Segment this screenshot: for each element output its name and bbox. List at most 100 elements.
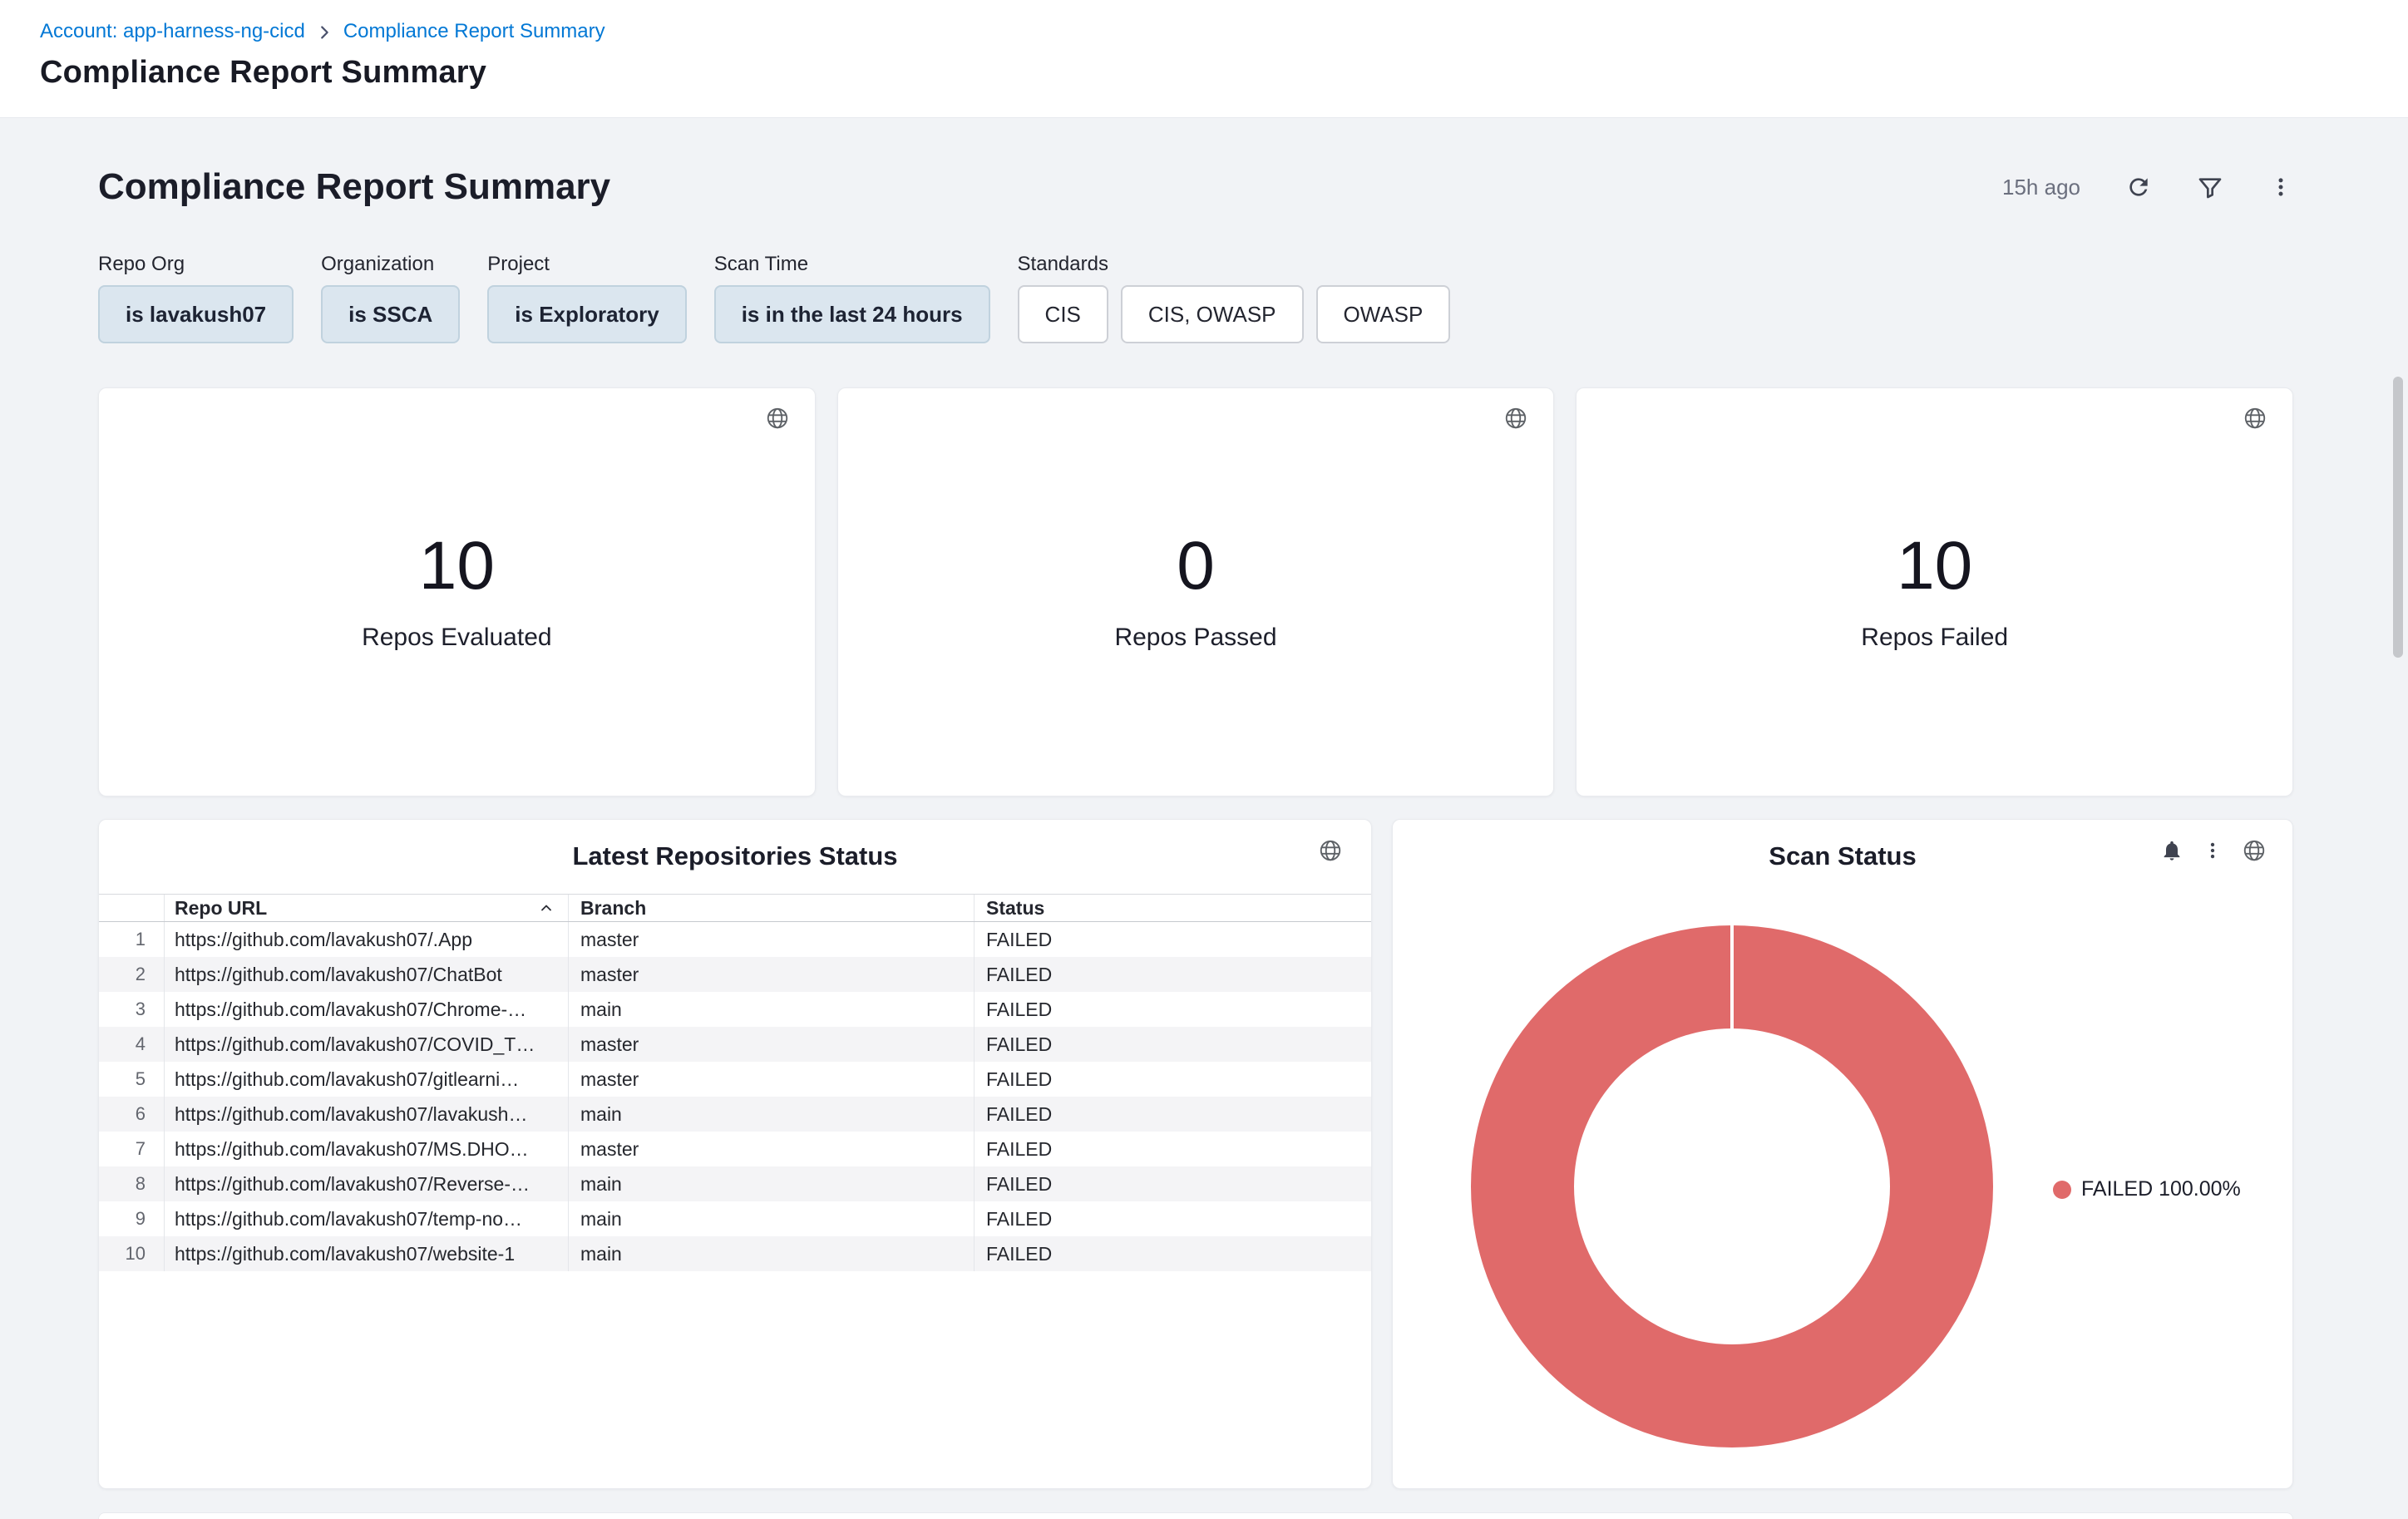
top-header: Account: app-harness-ng-cicd Compliance … — [0, 0, 2408, 118]
refresh-button[interactable] — [2125, 174, 2152, 200]
dashboard-header: Compliance Report Summary 15h ago — [98, 163, 2293, 211]
filter-group-project: Project is Exploratory — [487, 253, 686, 343]
repo-table: Repo URL Branch Status 1 https://github.… — [99, 894, 1371, 1271]
explore-globe-button[interactable] — [1318, 838, 1343, 863]
cell-repo-url: https://github.com/lavakush07/lavakush… — [164, 1097, 568, 1132]
column-header-label: Repo URL — [175, 897, 267, 920]
cell-status: FAILED — [974, 1201, 1371, 1236]
filter-icon — [2197, 174, 2223, 200]
table-row: 3 https://github.com/lavakush07/Chrome-…… — [99, 992, 1371, 1027]
row-index: 9 — [99, 1201, 164, 1236]
cell-branch: main — [568, 1166, 974, 1201]
dashboard-title: Compliance Report Summary — [98, 166, 610, 208]
table-row: 7 https://github.com/lavakush07/MS.DHO… … — [99, 1132, 1371, 1166]
row-index-header — [99, 895, 164, 921]
filter-chip-project[interactable]: is Exploratory — [487, 285, 686, 343]
cell-branch: main — [568, 992, 974, 1027]
repo-status-card: Latest Repositories Status Repo URL Bran… — [98, 819, 1372, 1489]
cell-status: FAILED — [974, 1166, 1371, 1201]
row-index: 1 — [99, 922, 164, 957]
filter-chip-organization[interactable]: is SSCA — [321, 285, 460, 343]
more-menu-button[interactable] — [2268, 175, 2293, 200]
row-index: 4 — [99, 1027, 164, 1062]
sort-asc-icon — [538, 900, 555, 916]
legend-swatch-failed — [2053, 1181, 2071, 1199]
scan-card-toolbar — [2160, 838, 2267, 863]
filter-group-scan-time: Scan Time is in the last 24 hours — [714, 253, 990, 343]
table-row: 6 https://github.com/lavakush07/lavakush… — [99, 1097, 1371, 1132]
cell-status: FAILED — [974, 957, 1371, 992]
cell-branch: master — [568, 957, 974, 992]
cell-branch: master — [568, 1027, 974, 1062]
globe-icon — [2243, 406, 2267, 431]
column-header-label: Branch — [580, 897, 646, 920]
kpi-card-repos-passed: 0 Repos Passed — [837, 387, 1555, 796]
explore-globe-button[interactable] — [2243, 406, 2267, 431]
kebab-menu-icon — [2202, 840, 2223, 861]
filter-chip-scan-time[interactable]: is in the last 24 hours — [714, 285, 990, 343]
cell-repo-url: https://github.com/lavakush07/COVID_T… — [164, 1027, 568, 1062]
filter-chip-standard-owasp[interactable]: OWASP — [1316, 285, 1451, 343]
page-title: Compliance Report Summary — [40, 55, 2408, 91]
cell-status: FAILED — [974, 992, 1371, 1027]
cell-branch: main — [568, 1201, 974, 1236]
bottom-row: Latest Repositories Status Repo URL Bran… — [98, 819, 2293, 1489]
refresh-icon — [2125, 174, 2152, 200]
table-header-row: Repo URL Branch Status — [99, 894, 1371, 922]
explore-globe-button[interactable] — [1503, 406, 1528, 431]
row-index: 6 — [99, 1097, 164, 1132]
filter-chip-standard-cis-owasp[interactable]: CIS, OWASP — [1121, 285, 1304, 343]
filter-group-organization: Organization is SSCA — [321, 253, 460, 343]
cell-repo-url: https://github.com/lavakush07/Reverse-… — [164, 1166, 568, 1201]
cell-status: FAILED — [974, 922, 1371, 957]
kpi-value: 0 — [1177, 532, 1215, 600]
alerts-bell-button[interactable] — [2160, 839, 2183, 862]
cell-repo-url: https://github.com/lavakush07/ChatBot — [164, 957, 568, 992]
explore-globe-button[interactable] — [765, 406, 790, 431]
table-row: 10 https://github.com/lavakush07/website… — [99, 1236, 1371, 1271]
explore-globe-button[interactable] — [2242, 838, 2267, 863]
standards-chip-row: CIS CIS, OWASP OWASP — [1018, 285, 1451, 343]
globe-icon — [1318, 838, 1343, 863]
row-index: 8 — [99, 1166, 164, 1201]
kebab-menu-icon — [2268, 175, 2293, 200]
kpi-label: Repos Evaluated — [362, 624, 552, 652]
breadcrumb-page-link[interactable]: Compliance Report Summary — [343, 20, 605, 43]
donut-slice-gap — [1730, 925, 1734, 1029]
breadcrumb-account-link[interactable]: Account: app-harness-ng-cicd — [40, 20, 305, 43]
legend-item-failed[interactable]: FAILED 100.00% — [2053, 1177, 2241, 1201]
vertical-scrollbar-thumb[interactable] — [2393, 377, 2403, 658]
filter-label-organization: Organization — [321, 253, 460, 276]
table-row: 8 https://github.com/lavakush07/Reverse-… — [99, 1166, 1371, 1201]
filter-chip-standard-cis[interactable]: CIS — [1018, 285, 1108, 343]
kpi-card-repos-evaluated: 10 Repos Evaluated — [98, 387, 816, 796]
column-header-status[interactable]: Status — [974, 895, 1371, 921]
row-index: 5 — [99, 1062, 164, 1097]
cell-repo-url: https://github.com/lavakush07/gitlearni… — [164, 1062, 568, 1097]
scan-status-title: Scan Status — [1393, 841, 2292, 871]
filter-label-scan-time: Scan Time — [714, 253, 990, 276]
cell-branch: master — [568, 1132, 974, 1166]
table-row: 9 https://github.com/lavakush07/temp-no…… — [99, 1201, 1371, 1236]
cell-repo-url: https://github.com/lavakush07/.App — [164, 922, 568, 957]
cell-status: FAILED — [974, 1027, 1371, 1062]
column-header-repo-url[interactable]: Repo URL — [164, 895, 568, 921]
bell-icon — [2160, 839, 2183, 862]
kpi-card-repos-failed: 10 Repos Failed — [1576, 387, 2293, 796]
globe-icon — [765, 406, 790, 431]
filter-bar: Repo Org is lavakush07 Organization is S… — [98, 253, 2210, 343]
cell-status: FAILED — [974, 1062, 1371, 1097]
row-index: 2 — [99, 957, 164, 992]
cell-status: FAILED — [974, 1097, 1371, 1132]
column-header-branch[interactable]: Branch — [568, 895, 974, 921]
kpi-row: 10 Repos Evaluated 0 Repos Passed 10 Rep… — [98, 387, 2293, 796]
cell-repo-url: https://github.com/lavakush07/website-1 — [164, 1236, 568, 1271]
scan-status-card: Scan Status FAILED 100.00% — [1392, 819, 2293, 1489]
breadcrumb: Account: app-harness-ng-cicd Compliance … — [40, 20, 2408, 43]
tile-menu-button[interactable] — [2202, 840, 2223, 861]
dashboard-area: Compliance Report Summary 15h ago Repo O… — [0, 118, 2308, 1519]
filter-chip-repo-org[interactable]: is lavakush07 — [98, 285, 294, 343]
column-header-label: Status — [986, 897, 1044, 920]
row-index: 3 — [99, 992, 164, 1027]
filter-button[interactable] — [2197, 174, 2223, 200]
